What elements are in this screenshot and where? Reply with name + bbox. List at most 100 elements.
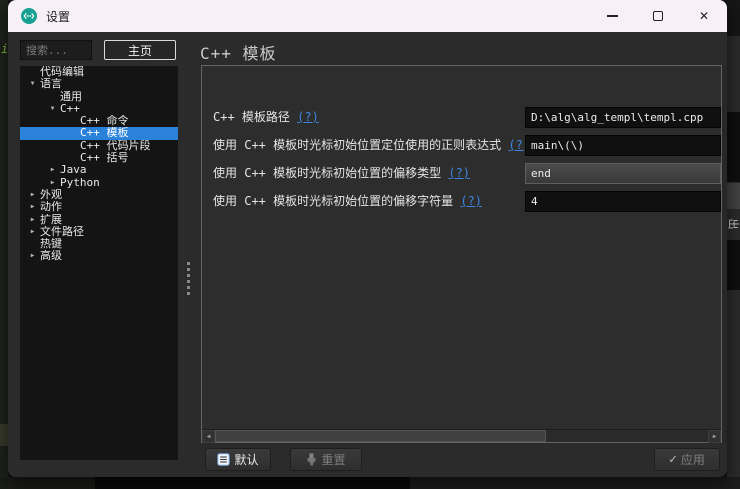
background-block bbox=[727, 183, 740, 209]
background-block bbox=[727, 112, 740, 182]
field-label: 使用 C++ 模板时光标初始位置的偏移类型 (?) bbox=[213, 163, 470, 184]
expander-right-icon[interactable]: ▶ bbox=[25, 189, 40, 201]
tree-item[interactable]: ▶文件路径 bbox=[20, 226, 178, 238]
default-button[interactable]: 默认 bbox=[205, 448, 271, 471]
expander-right-icon[interactable]: ▶ bbox=[45, 177, 60, 189]
dialog-body: 主页 代码编辑▼语言通用▼C++C++ 命令C++ 模板C++ 代码片段C++ … bbox=[8, 32, 727, 477]
maximize-button[interactable] bbox=[635, 0, 681, 32]
background-editor-bottom-strip bbox=[0, 477, 740, 489]
tree-item[interactable]: C++ 代码片段 bbox=[20, 140, 178, 152]
apply-button[interactable]: ✓ 应用 bbox=[654, 448, 720, 471]
maximize-icon bbox=[653, 11, 663, 21]
field-label: C++ 模板路径 (?) bbox=[213, 107, 319, 128]
scrollbar-thumb[interactable] bbox=[215, 430, 546, 442]
page-title: C++ 模板 bbox=[200, 40, 277, 64]
scroll-left-icon[interactable]: ◀ bbox=[202, 430, 215, 443]
tree-item-label: 语言 bbox=[40, 78, 62, 90]
tree-item[interactable]: ▶高级 bbox=[20, 250, 178, 262]
reset-button-label: 重置 bbox=[321, 451, 345, 468]
field-input-3[interactable] bbox=[525, 191, 721, 212]
field-input-1[interactable] bbox=[525, 135, 721, 156]
apply-button-label: 应用 bbox=[681, 451, 705, 468]
field-label: 使用 C++ 模板时光标初始位置定位使用的正则表达式 (?) bbox=[213, 135, 530, 156]
expander-right-icon[interactable]: ▶ bbox=[25, 250, 40, 262]
background-editor-left-strip: i bbox=[0, 0, 8, 489]
expander-right-icon[interactable]: ▶ bbox=[25, 201, 40, 213]
default-button-label: 默认 bbox=[234, 451, 258, 468]
help-link[interactable]: (?) bbox=[297, 110, 319, 124]
default-page-icon bbox=[217, 453, 230, 466]
horizontal-scrollbar[interactable]: ◀ ▶ bbox=[202, 429, 721, 442]
tree-item-label: C++ 模板 bbox=[80, 127, 129, 139]
background-block bbox=[0, 477, 95, 489]
tree-item[interactable]: ▶外观 bbox=[20, 189, 178, 201]
settings-dialog: 设置 ✕ 主页 代码编辑▼语言通用▼C++C++ 命令C++ 模板C++ 代码片… bbox=[8, 0, 727, 477]
tree-item[interactable]: 通用 bbox=[20, 91, 178, 103]
scrollbar-track[interactable] bbox=[215, 430, 708, 443]
tree-item-label: Java bbox=[60, 164, 87, 176]
expander-right-icon[interactable]: ▶ bbox=[45, 164, 60, 176]
background-code-fragment: i bbox=[1, 42, 8, 56]
close-icon: ✕ bbox=[699, 10, 709, 22]
expander-right-icon[interactable]: ▶ bbox=[25, 226, 40, 238]
tree-item-label: C++ 代码片段 bbox=[80, 140, 151, 152]
expander-down-icon[interactable]: ▼ bbox=[45, 103, 60, 115]
scroll-right-icon[interactable]: ▶ bbox=[708, 430, 721, 443]
tree-item[interactable]: 代码编辑 bbox=[20, 66, 178, 78]
form-panel: ◀ ▶ C++ 模板路径 (?) 使用 C++ 模板时光标初始位置定位使用的正则表… bbox=[201, 65, 722, 443]
form-row: 使用 C++ 模板时光标初始位置的偏移类型 (?) bbox=[202, 163, 721, 184]
tree-item[interactable]: ▶扩展 bbox=[20, 214, 178, 226]
panel-right-groove bbox=[722, 65, 727, 443]
minimize-button[interactable] bbox=[589, 0, 635, 32]
tree-item-label: 文件路径 bbox=[40, 226, 84, 238]
tree-item[interactable]: C++ 模板 bbox=[20, 127, 178, 139]
form-row: C++ 模板路径 (?) bbox=[202, 107, 721, 128]
tree-item-label: 动作 bbox=[40, 201, 62, 213]
tree-item[interactable]: ▼C++ bbox=[20, 103, 178, 115]
titlebar: 设置 ✕ bbox=[8, 0, 727, 32]
background-editor-right-strip: 出 bbox=[727, 0, 740, 489]
tree-item-label: 代码编辑 bbox=[40, 66, 84, 78]
help-link[interactable]: (?) bbox=[460, 194, 482, 208]
apply-check-icon: ✓ bbox=[669, 452, 677, 467]
close-button[interactable]: ✕ bbox=[681, 0, 727, 32]
tree-item-label: C++ 命令 bbox=[80, 115, 129, 127]
reset-brush-icon bbox=[306, 453, 317, 466]
tree-item[interactable]: C++ 命令 bbox=[20, 115, 178, 127]
home-button[interactable]: 主页 bbox=[104, 40, 176, 60]
background-block bbox=[410, 477, 740, 489]
tree-item[interactable]: 热键 bbox=[20, 238, 178, 250]
settings-tree: 代码编辑▼语言通用▼C++C++ 命令C++ 模板C++ 代码片段C++ 括号▶… bbox=[20, 66, 178, 460]
field-input-0[interactable] bbox=[525, 107, 721, 128]
tree-item[interactable]: ▶动作 bbox=[20, 201, 178, 213]
tree-item-label: C++ bbox=[60, 103, 80, 115]
window-title: 设置 bbox=[46, 8, 70, 25]
window-controls: ✕ bbox=[589, 0, 727, 32]
form-row: 使用 C++ 模板时光标初始位置定位使用的正则表达式 (?) bbox=[202, 135, 721, 156]
background-editor-block bbox=[0, 424, 8, 446]
search-input[interactable] bbox=[20, 40, 92, 60]
tree-item[interactable]: ▶Python bbox=[20, 177, 178, 189]
app-logo-icon bbox=[20, 7, 38, 25]
tree-item[interactable]: ▼语言 bbox=[20, 78, 178, 90]
tree-item[interactable]: C++ 括号 bbox=[20, 152, 178, 164]
tree-item-label: 外观 bbox=[40, 189, 62, 201]
reset-button[interactable]: 重置 bbox=[290, 448, 362, 471]
tree-item-label: 扩展 bbox=[40, 214, 62, 226]
tree-item[interactable]: ▶Java bbox=[20, 164, 178, 176]
background-block bbox=[727, 0, 740, 36]
tree-item-label: C++ 括号 bbox=[80, 152, 129, 164]
background-dock-tab-label: 出 bbox=[727, 219, 740, 230]
tree-item-label: 热键 bbox=[40, 238, 62, 250]
splitter-handle[interactable] bbox=[185, 246, 192, 310]
tree-item-label: Python bbox=[60, 177, 100, 189]
tree-item-label: 高级 bbox=[40, 250, 62, 262]
minimize-icon bbox=[607, 15, 618, 17]
form-row: 使用 C++ 模板时光标初始位置的偏移字符量 (?) bbox=[202, 191, 721, 212]
tree-item-label: 通用 bbox=[60, 91, 82, 103]
expander-right-icon[interactable]: ▶ bbox=[25, 214, 40, 226]
help-link[interactable]: (?) bbox=[448, 166, 470, 180]
background-block bbox=[727, 240, 740, 290]
expander-down-icon[interactable]: ▼ bbox=[25, 78, 40, 90]
field-combo-2[interactable] bbox=[525, 163, 721, 184]
